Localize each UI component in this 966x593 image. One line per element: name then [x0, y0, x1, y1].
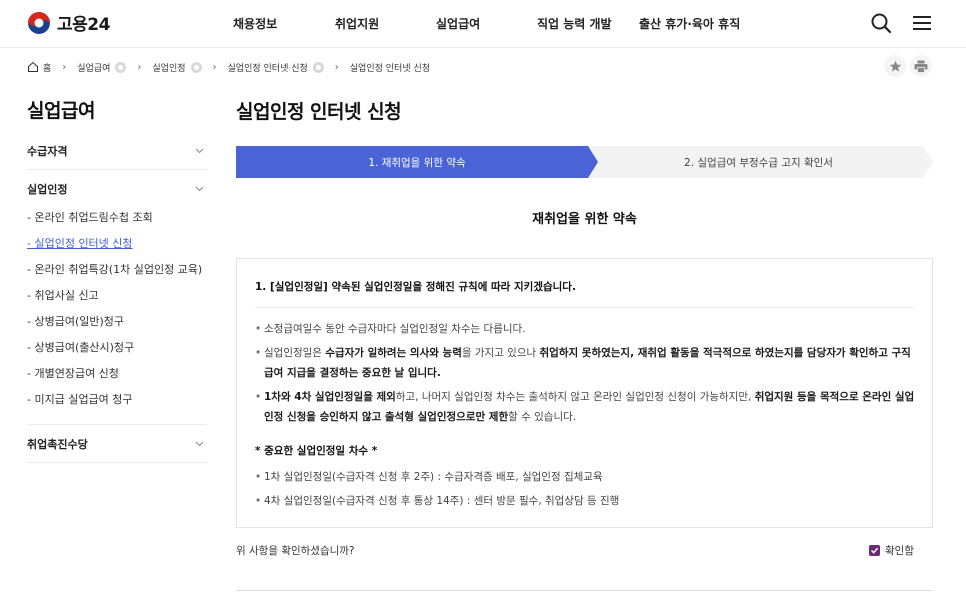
side-sub-item-sickness-birth[interactable]: - 상병급여(출산시)청구	[27, 334, 207, 360]
confirm-label: 확인함	[885, 545, 914, 557]
bullet-text: 4차 실업인정일(수급자격 신청 후 통상 14주) : 센터 방문 필수, 취…	[264, 495, 620, 507]
bullet-item: 1차와 4차 실업인정일을 제외하고, 나머지 실업인정 차수는 출석하지 않고…	[255, 387, 915, 427]
home-icon	[28, 61, 38, 72]
gnb-item-unemployment-benefit[interactable]: 실업급여	[436, 15, 480, 32]
breadcrumb-dropdown-icon[interactable]	[115, 61, 127, 73]
bullet-text: 실업인정일은	[264, 347, 326, 359]
important-title: * 중요한 실업인정일 차수 *	[255, 445, 378, 457]
chevron-down-icon	[195, 148, 204, 154]
side-group-label: 실업인정	[27, 182, 68, 196]
favorite-button[interactable]	[884, 55, 906, 77]
global-nav: 채용정보 취업지원 실업급여 직업 능력 개발 출산 휴가·육아 휴직	[0, 15, 966, 35]
chevron-right-icon: ›	[212, 61, 217, 73]
bullet-text: 을 가지고 있으나	[461, 347, 540, 359]
side-group-label: 취업촉진수당	[27, 437, 88, 451]
breadcrumb-item-online-apply[interactable]: 실업인정 인터넷 신청	[228, 61, 324, 74]
breadcrumb-item-recognition[interactable]: 실업인정	[152, 61, 202, 74]
promise-bullets: 소정급여일수 동안 수급자마다 실업인정일 차수는 다릅니다. 실업인정일은 수…	[255, 319, 915, 431]
breadcrumb-home-label: 홈	[43, 63, 52, 74]
check-icon	[870, 547, 879, 554]
confirm-question: 위 사항을 확인하셨습니까?	[236, 545, 355, 557]
star-icon	[889, 60, 901, 72]
bullet-item: 실업인정일은 수급자가 일하려는 의사와 능력을 가지고 있으나 취업하지 못하…	[255, 343, 915, 383]
chevron-down-icon	[195, 186, 204, 192]
side-nav: 수급자격 실업인정 - 온라인 취업드림수첩 조회 - 실업인정 인터넷 신청 …	[27, 132, 207, 463]
side-sub-label: - 미지급 실업급여 청구	[27, 393, 133, 406]
bullet-item: 1차 실업인정일(수급자격 신청 후 2주) : 수급자격증 배포, 실업인정 …	[255, 467, 915, 487]
chevron-right-icon: ›	[62, 61, 67, 73]
gnb-item-jobs[interactable]: 채용정보	[233, 15, 277, 32]
side-sub-label: - 취업사실 신고	[27, 289, 99, 302]
side-sub-item-online-lecture[interactable]: - 온라인 취업특강(1차 실업인정 교육)	[27, 256, 207, 282]
side-sub-item-online-handbook[interactable]: - 온라인 취업드림수첩 조회	[27, 204, 207, 230]
side-sub-label: - 온라인 취업특강(1차 실업인정 교육)	[27, 263, 203, 276]
menu-icon[interactable]	[911, 12, 933, 34]
divider	[236, 590, 933, 591]
side-sub-label: - 개별연장급여 신청	[27, 367, 119, 380]
side-group-head[interactable]: 취업촉진수당	[27, 425, 207, 462]
chevron-right-icon: ›	[137, 61, 142, 73]
section-title: 재취업을 위한 약속	[532, 212, 637, 227]
side-sub-label: - 온라인 취업드림수첩 조회	[27, 211, 153, 224]
side-sub-item-employment-report[interactable]: - 취업사실 신고	[27, 282, 207, 308]
search-icon[interactable]	[870, 12, 892, 34]
breadcrumb-dropdown-icon[interactable]	[190, 61, 202, 73]
bullet-text: 할 수 있습니다.	[508, 411, 577, 423]
side-group-label: 수급자격	[27, 144, 68, 158]
breadcrumb-label: 실업급여	[77, 63, 111, 74]
breadcrumb-home[interactable]: 홈	[27, 61, 51, 74]
step-2[interactable]: 2. 실업급여 부정수급 고지 확인서	[584, 146, 933, 178]
promise-box: 1. [실업인정일] 약속된 실업인정일을 정해진 규칙에 따라 지키겠습니다.…	[236, 258, 933, 528]
side-sub-item-sickness-general[interactable]: - 상병급여(일반)청구	[27, 308, 207, 334]
side-sub-label: - 실업인정 인터넷 신청	[27, 237, 133, 250]
breadcrumb-label: 실업인정 인터넷 신청	[349, 63, 431, 74]
side-sub-label: - 상병급여(일반)청구	[27, 315, 125, 328]
side-title: 실업급여	[27, 100, 95, 122]
step-1[interactable]: 1. 재취업을 위한 약속	[236, 146, 598, 178]
promise-heading: 1. [실업인정일] 약속된 실업인정일을 정해진 규칙에 따라 지키겠습니다.	[255, 279, 914, 308]
bullet-bold: 1차와 4차 실업인정일을 제외	[264, 391, 396, 403]
side-sub-item-extension[interactable]: - 개별연장급여 신청	[27, 360, 207, 386]
bullet-item: 4차 실업인정일(수급자격 신청 후 통상 14주) : 센터 방문 필수, 취…	[255, 491, 915, 511]
gnb-item-job-skills[interactable]: 직업 능력 개발	[537, 15, 612, 32]
bullet-text: 소정급여일수 동안 수급자마다 실업인정일 차수는 다릅니다.	[264, 323, 526, 335]
side-sub-label: - 상병급여(출산시)청구	[27, 341, 135, 354]
breadcrumb-label: 실업인정 인터넷 신청	[227, 63, 308, 74]
chevron-right-icon: ›	[334, 61, 339, 73]
bullet-text: 1차 실업인정일(수급자격 신청 후 2주) : 수급자격증 배포, 실업인정 …	[264, 471, 603, 483]
bullet-text: 하고, 나머지 실업인정 차수는 출석하지 않고 온라인 실업인정 신청이 가능…	[395, 391, 755, 403]
checkbox-checked-icon[interactable]	[869, 545, 880, 556]
side-group-head[interactable]: 수급자격	[27, 132, 207, 169]
important-bullets: 1차 실업인정일(수급자격 신청 후 2주) : 수급자격증 배포, 실업인정 …	[255, 467, 915, 515]
breadcrumb: 홈 › 실업급여 › 실업인정 › 실업인정 인터넷 신청 › 실업인정 인터넷…	[27, 60, 430, 74]
site-header: 고용24 채용정보 취업지원 실업급여 직업 능력 개발 출산 휴가·육아 휴직	[0, 0, 966, 48]
breadcrumb-label: 실업인정	[152, 63, 186, 74]
side-group-recognition: 실업인정 - 온라인 취업드림수첩 조회 - 실업인정 인터넷 신청 - 온라인…	[27, 170, 207, 425]
breadcrumb-item-benefit[interactable]: 실업급여	[77, 61, 127, 74]
bullet-item: 소정급여일수 동안 수급자마다 실업인정일 차수는 다릅니다.	[255, 319, 915, 339]
side-sub-item-online-apply[interactable]: - 실업인정 인터넷 신청	[27, 230, 207, 256]
print-button[interactable]	[910, 55, 932, 77]
gnb-item-employment-support[interactable]: 취업지원	[335, 15, 379, 32]
gnb-item-parental-leave[interactable]: 출산 휴가·육아 휴직	[639, 15, 740, 32]
step-indicator: 1. 재취업을 위한 약속 2. 실업급여 부정수급 고지 확인서	[236, 146, 933, 178]
bullet-bold: 수급자가 일하려는 의사와 능력	[325, 347, 462, 359]
confirm-checkbox[interactable]: 확인함	[869, 543, 914, 558]
page-title: 실업인정 인터넷 신청	[236, 101, 402, 123]
side-submenu: - 온라인 취업드림수첩 조회 - 실업인정 인터넷 신청 - 온라인 취업특강…	[27, 204, 207, 424]
side-sub-item-unpaid-claim[interactable]: - 미지급 실업급여 청구	[27, 386, 207, 412]
chevron-down-icon	[195, 441, 204, 447]
breadcrumb-item-current: 실업인정 인터넷 신청	[350, 61, 430, 74]
side-group-eligibility: 수급자격	[27, 132, 207, 170]
breadcrumb-dropdown-icon[interactable]	[312, 61, 324, 73]
side-group-head[interactable]: 실업인정	[27, 170, 207, 207]
side-group-reemployment-allowance: 취업촉진수당	[27, 425, 207, 463]
print-icon	[914, 60, 928, 73]
